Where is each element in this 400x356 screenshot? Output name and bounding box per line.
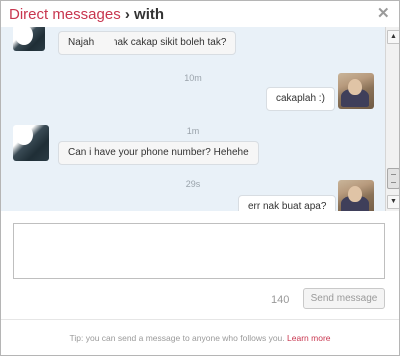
- message-timestamp: 10m: [184, 73, 202, 83]
- message-bubble: Najah. ` ` nak cakap sikit boleh tak?: [58, 31, 237, 55]
- redacted-username: [166, 5, 248, 21]
- learn-more-link[interactable]: Learn more: [287, 333, 330, 343]
- footer-tip: Tip: you can send a message to anyone wh…: [1, 323, 399, 353]
- message-bubble: cakaplah :): [266, 87, 335, 111]
- message-timestamp: 29s: [185, 179, 201, 189]
- sender-avatar[interactable]: [13, 125, 49, 161]
- scroll-up-icon[interactable]: ▲: [387, 30, 399, 44]
- tip-text: Tip: you can send a message to anyone wh…: [69, 333, 285, 343]
- dialog-header: Direct messages › with ✕: [1, 1, 399, 27]
- character-counter: 140: [271, 294, 290, 306]
- own-avatar[interactable]: [338, 73, 374, 109]
- close-icon[interactable]: ✕: [377, 4, 390, 22]
- sender-avatar[interactable]: [13, 27, 45, 51]
- compose-area: 140 Send message Tip: you can send a mes…: [1, 211, 399, 355]
- footer-divider: [1, 319, 399, 320]
- message-text: Can i have your phone number? Hehehe: [68, 147, 249, 158]
- message-bubble: Can i have your phone number? Hehehe: [58, 141, 259, 165]
- own-avatar[interactable]: [338, 180, 374, 211]
- message-text: cakaplah :): [276, 93, 325, 104]
- dialog-title: Direct messages › with: [9, 6, 164, 23]
- message-timestamp: 1m: [186, 126, 200, 136]
- message-thread[interactable]: Najah. ` ` nak cakap sikit boleh tak? 10…: [1, 27, 385, 211]
- redacted-name-block: [94, 35, 114, 47]
- message-text: err nak buat apa?: [248, 201, 327, 211]
- title-with: › with: [120, 6, 165, 23]
- message-bubble: err nak buat apa?: [238, 195, 337, 211]
- direct-messages-dialog: Direct messages › with ✕ Najah. ` ` nak …: [0, 0, 400, 356]
- message-text: Najah. ` ` nak cakap sikit boleh tak?: [68, 37, 227, 48]
- title-direct-messages: Direct messages: [9, 6, 121, 23]
- scroll-down-icon[interactable]: ▼: [387, 195, 399, 209]
- message-input[interactable]: [13, 223, 385, 279]
- send-message-button[interactable]: Send message: [303, 288, 385, 309]
- thread-scrollbar[interactable]: ▲ ▼: [385, 27, 399, 211]
- scrollbar-thumb[interactable]: [387, 168, 399, 189]
